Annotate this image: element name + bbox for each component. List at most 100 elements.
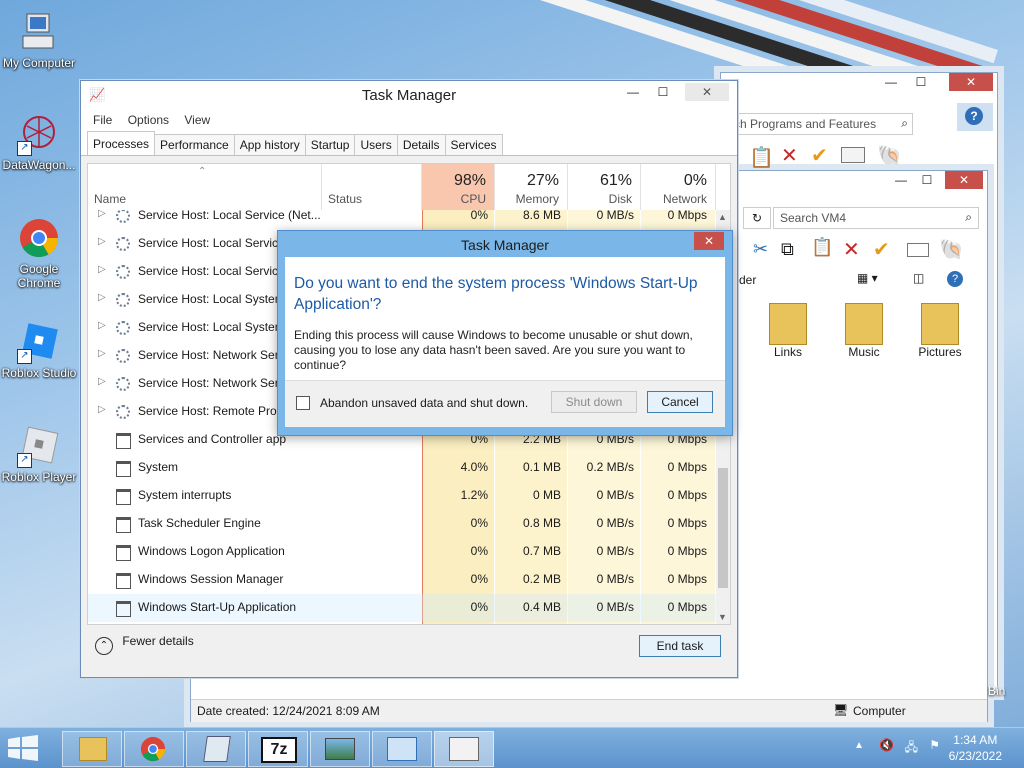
column-cpu[interactable]: 98% CPU [422,164,495,210]
shut-down-button[interactable]: Shut down [551,391,637,413]
process-row[interactable]: System interrupts 1.2% 0 MB 0 MB/s 0 Mbps [88,482,716,510]
cancel-button[interactable]: Cancel [647,391,713,413]
tray-expand-icon[interactable]: ▲ [854,740,864,751]
end-process-dialog[interactable]: Task Manager ✕ Do you want to end the sy… [277,230,733,436]
scroll-up-icon[interactable]: ▲ [718,212,727,222]
pane-icon[interactable]: ◫ [913,271,924,285]
abandon-data-checkbox[interactable] [296,396,310,410]
folder-music[interactable]: Music [829,303,899,359]
process-row[interactable]: Windows Session Manager 0% 0.2 MB 0 MB/s 0 M… [88,566,716,594]
paste-icon[interactable]: 📋 [811,237,833,258]
chevron-right-icon[interactable]: ▷ [98,348,106,359]
process-disk: 0 MB/s [596,488,634,502]
start-button[interactable] [6,734,40,762]
taskbar-notepad[interactable] [186,731,246,767]
taskbar-7zip[interactable]: 7z [248,731,308,767]
tab-startup[interactable]: Startup [304,134,356,155]
chevron-right-icon[interactable]: ▷ [98,404,106,415]
view-options-icon[interactable]: ▦ ▾ [857,271,878,285]
tab-app-history[interactable]: App history [233,134,306,155]
abandon-data-label[interactable]: Abandon unsaved data and shut down. [320,396,528,410]
chevron-right-icon[interactable]: ▷ [98,320,106,331]
copy-icon[interactable]: ⧉ [781,239,794,260]
taskbar-photos[interactable] [310,731,370,767]
clipboard-icon[interactable]: 📋 [749,145,774,170]
action-center-icon[interactable]: ⚑ [929,738,940,752]
desktop-icon-roblox-studio[interactable]: ↗ Roblox Studio [0,320,78,380]
column-disk[interactable]: 61% Disk [568,164,641,210]
menu-options[interactable]: Options [128,109,169,131]
process-name: System interrupts [138,488,232,502]
column-name[interactable]: ⌃ Name [88,164,322,210]
column-memory[interactable]: 27% Memory [495,164,568,210]
scrollbar-thumb[interactable] [718,468,728,588]
tab-users[interactable]: Users [354,134,398,155]
search-vm-input[interactable]: Search VM4 ⌕ [773,207,979,229]
help-icon[interactable]: ? [965,107,983,125]
process-cpu: 1.2% [460,488,488,502]
process-row[interactable]: Task Scheduler Engine 0% 0.8 MB 0 MB/s 0 Mbp… [88,510,716,538]
shell-icon[interactable]: 🐚 [877,143,902,168]
delete-icon[interactable]: ✕ [843,237,860,262]
search-programs-input[interactable]: ch Programs and Features ⌕ [731,113,913,135]
delete-icon[interactable]: ✕ [781,143,798,168]
close-button[interactable]: ✕ [685,83,729,101]
chevron-right-icon[interactable]: ▷ [98,264,106,275]
column-status-label: Status [328,192,363,206]
check-icon[interactable]: ✔ [873,237,890,262]
window-icon[interactable] [907,243,929,257]
folder-pictures[interactable]: Pictures [905,303,975,359]
maximize-button[interactable]: ☐ [913,171,941,189]
minimize-button[interactable]: — [877,73,905,91]
taskbar-control-panel[interactable] [372,731,432,767]
chevron-right-icon[interactable]: ▷ [98,292,106,303]
process-row[interactable]: ▷ Service Host: Local Service (Net... 0% 8.… [88,210,716,230]
folder-links[interactable]: Links [753,303,823,359]
help-icon[interactable]: ? [947,271,963,287]
dialog-close-button[interactable]: ✕ [694,232,724,250]
desktop-icon-google-chrome[interactable]: Google Chrome [0,216,78,290]
chrome-icon [17,216,61,260]
cut-icon[interactable]: ✂ [753,239,768,260]
end-task-button[interactable]: End task [639,635,721,657]
chevron-right-icon[interactable]: ▷ [98,236,106,247]
chevron-right-icon[interactable]: ▷ [98,376,106,387]
close-button[interactable]: ✕ [945,171,983,189]
process-disk: 0.2 MB/s [586,460,634,474]
column-status[interactable]: Status [322,164,422,210]
clock-date: 6/23/2022 [948,749,1002,763]
process-row[interactable]: System 4.0% 0.1 MB 0.2 MB/s 0 Mbps [88,454,716,482]
maximize-button[interactable]: ☐ [907,73,935,91]
memory-percent: 27% [526,172,559,189]
maximize-button[interactable]: ☐ [649,83,677,101]
taskbar-chrome[interactable] [124,731,184,767]
tab-performance[interactable]: Performance [154,134,235,155]
menu-file[interactable]: File [93,109,112,131]
menu-view[interactable]: View [184,109,210,131]
chevron-right-icon[interactable]: ▷ [98,210,106,219]
tab-services[interactable]: Services [444,134,503,155]
minimize-button[interactable]: — [887,171,915,189]
taskbar-task-manager[interactable] [434,731,494,767]
window-icon[interactable] [841,147,865,163]
fewer-details-button[interactable]: ⌃ Fewer details [95,634,194,655]
refresh-button[interactable]: ↻ [743,207,771,229]
process-row[interactable]: Windows Logon Application 0% 0.7 MB 0 MB/s 0… [88,538,716,566]
minimize-button[interactable]: — [619,83,647,101]
desktop-icon-my-computer[interactable]: My Computer [0,10,78,70]
scroll-down-icon[interactable]: ▼ [718,612,727,622]
column-network[interactable]: 0% Network [641,164,716,210]
taskbar-explorer[interactable] [62,731,122,767]
recycle-bin-label[interactable]: Bin [988,684,1005,698]
desktop-icon-roblox-player[interactable]: ↗ Roblox Player [0,424,78,484]
tab-details[interactable]: Details [396,134,446,155]
tab-processes[interactable]: Processes [87,131,156,155]
close-button[interactable]: ✕ [949,73,993,91]
desktop-icon-datawagon[interactable]: ↗ DataWagon... [0,112,78,172]
check-icon[interactable]: ✔ [811,143,828,168]
clock[interactable]: 1:34 AM 6/23/2022 [949,732,1002,764]
speaker-muted-icon[interactable]: 🔇 [879,738,894,752]
shell-icon[interactable]: 🐚 [939,237,964,262]
network-icon[interactable]: 🖧 [905,738,918,759]
process-row[interactable]: Windows Start-Up Application 0% 0.4 MB 0 MB… [88,594,716,622]
